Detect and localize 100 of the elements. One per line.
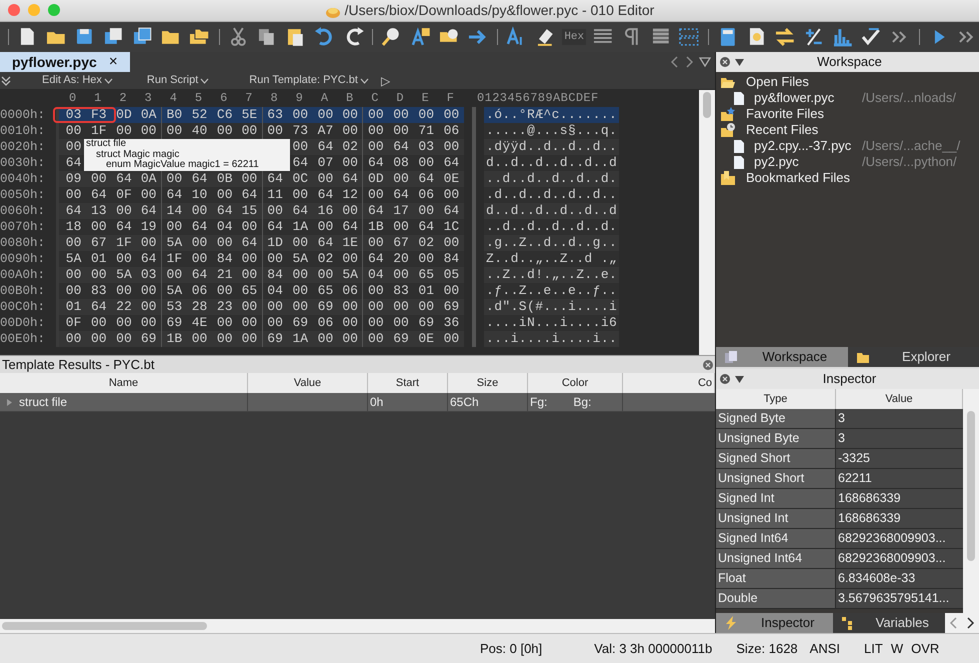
hex-byte: 69 xyxy=(136,331,162,347)
hex-byte: 64 xyxy=(190,171,208,187)
hex-byte: 02 xyxy=(316,251,334,267)
hex-byte: 1C xyxy=(442,219,460,235)
hex-byte: 00 xyxy=(115,315,133,331)
column-header: 8 xyxy=(269,90,279,107)
column-header: F xyxy=(446,90,455,107)
table-cell-text: 0h xyxy=(370,394,384,411)
table-cell: 3 xyxy=(836,429,964,448)
hex-byte: 00 xyxy=(417,251,436,267)
table-cell: Signed Short xyxy=(716,449,836,468)
hex-byte: 64 xyxy=(316,235,334,251)
file-path: /Users/...nloads/ xyxy=(862,89,956,108)
hex-byte: 00 xyxy=(115,251,133,267)
hex-byte: 64 xyxy=(64,203,82,219)
hex-byte: 00 xyxy=(417,155,436,171)
table-cell: Signed Int xyxy=(716,489,836,508)
tooltip-line: struct Magic magic xyxy=(95,150,180,160)
hex-byte: 64 xyxy=(316,187,334,203)
file-path: /Users/...ache__/ xyxy=(862,137,960,156)
hex-byte: 64 xyxy=(392,139,410,155)
hex-byte: 83 xyxy=(90,283,108,299)
hex-byte: 83 xyxy=(392,283,410,299)
hex-byte: 53 xyxy=(166,299,184,315)
hex-byte: 16 xyxy=(316,203,334,219)
hex-byte: 00 xyxy=(115,331,133,347)
offset-label: 00A0h: xyxy=(0,266,46,284)
hex-byte: 69 xyxy=(392,331,410,347)
hex-byte: 1B xyxy=(367,219,385,235)
hex-byte: 00 xyxy=(64,267,82,283)
hex-byte: 64 xyxy=(316,139,334,155)
hex-byte: 02 xyxy=(417,235,436,251)
hex-byte: 00 xyxy=(90,267,108,283)
hex-byte: 28 xyxy=(190,299,208,315)
hex-byte: 04 xyxy=(216,219,234,235)
ascii-text: ..Z..d!.„..Z..e. xyxy=(484,267,620,283)
offset-label: 0070h: xyxy=(0,218,46,236)
hex-byte: 36 xyxy=(442,315,460,331)
hex-byte: 00 xyxy=(338,331,364,347)
hex-byte: 1B xyxy=(166,331,184,347)
hex-byte: 64 xyxy=(442,203,460,219)
table-cell: 68292368009903... xyxy=(836,549,964,568)
hex-byte: 00 xyxy=(367,283,385,299)
hex-byte: 00 xyxy=(291,139,310,155)
status-text: ANSI xyxy=(810,640,840,658)
hex-byte: 11 xyxy=(266,187,284,203)
hex-byte: 00 xyxy=(367,315,385,331)
column-header: 2 xyxy=(118,90,128,107)
ascii-text: ..d..d..d..d..d. xyxy=(484,219,620,235)
hex-byte: 1A xyxy=(291,331,310,347)
hex-byte: 03 xyxy=(64,107,82,123)
hex-byte: 07 xyxy=(316,155,334,171)
hex-byte: 08 xyxy=(392,155,410,171)
hex-byte: 00 xyxy=(392,267,410,283)
hex-byte: 04 xyxy=(367,267,385,283)
ascii-text: Z..d..„..Z..d .„ xyxy=(484,251,620,267)
hex-byte: 69 xyxy=(291,315,310,331)
table-cell: 62211 xyxy=(836,469,964,488)
hex-byte: 00 xyxy=(367,235,385,251)
hex-byte: 01 xyxy=(64,299,82,315)
ascii-header: 0123456789ABCDEF xyxy=(477,90,599,107)
hex-byte: 64 xyxy=(291,203,310,219)
table-cell: 168686339 xyxy=(836,489,964,508)
hex-byte: 71 xyxy=(417,123,436,139)
hex-byte: 69 xyxy=(166,315,184,331)
hex-byte: 84 xyxy=(266,267,284,283)
status-text: W xyxy=(890,640,904,658)
hex-byte: 00 xyxy=(90,219,108,235)
hex-byte: A7 xyxy=(316,123,334,139)
offset-label: 00C0h: xyxy=(0,298,46,316)
hex-byte: 64 xyxy=(216,203,234,219)
hex-byte: 64 xyxy=(291,155,310,171)
hex-byte: 00 xyxy=(190,203,208,219)
column-header: E xyxy=(420,90,430,107)
hex-byte: 00 xyxy=(166,171,184,187)
ascii-text: .d..d..d..d..d.. xyxy=(484,187,620,203)
column-header: 9 xyxy=(294,90,304,107)
panel-title: Inspector xyxy=(822,370,878,388)
hex-byte: 64 xyxy=(392,187,410,203)
hex-byte: 1F xyxy=(115,235,133,251)
hex-byte: 64 xyxy=(266,171,284,187)
hex-byte: 00 xyxy=(442,187,460,203)
hex-byte: 00 xyxy=(266,299,284,315)
hex-byte: 17 xyxy=(392,203,410,219)
hex-byte: 14 xyxy=(166,203,184,219)
hex-byte: 84 xyxy=(442,251,460,267)
hex-byte: 52 xyxy=(190,107,208,123)
column-header: A xyxy=(320,90,330,107)
window-title: /Users/biox/Downloads/py&flower.pyc - 010 Editor xyxy=(344,1,654,20)
hex-byte: 64 xyxy=(166,187,184,203)
table-cell: Float xyxy=(716,569,836,588)
hex-byte: 22 xyxy=(115,299,133,315)
hex-byte: 64 xyxy=(266,219,284,235)
hex-byte: 00 xyxy=(190,235,208,251)
hex-byte: 00 xyxy=(367,107,385,123)
hex-byte: 00 xyxy=(392,107,410,123)
hex-byte: 04 xyxy=(266,283,284,299)
hex-byte: 00 xyxy=(190,251,208,267)
hex-byte: 00 xyxy=(442,235,460,251)
column-header: 4 xyxy=(168,90,178,107)
